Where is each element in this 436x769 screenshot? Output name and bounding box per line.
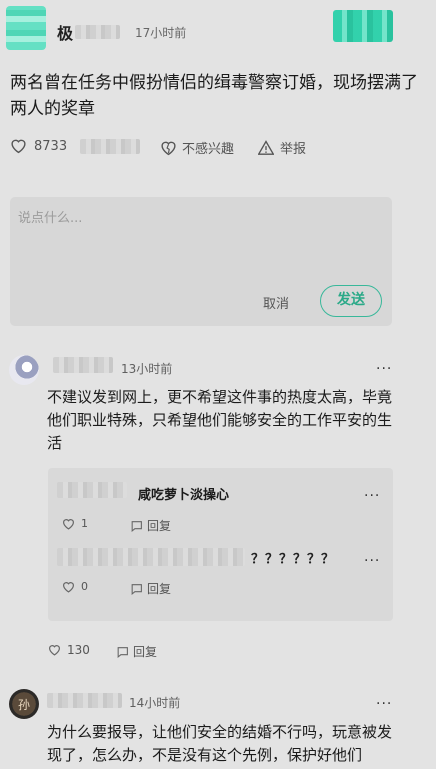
reply-label: 回复 xyxy=(147,582,172,596)
comment-reply-button[interactable]: 回复 xyxy=(116,643,157,660)
author-name-blurred xyxy=(75,25,120,39)
comment-icon xyxy=(117,646,128,658)
comment-like-count: 130 xyxy=(67,643,90,657)
author-avatar[interactable] xyxy=(6,6,46,50)
reply-label: 回复 xyxy=(147,519,172,533)
comment-icon xyxy=(131,520,142,532)
comment-text: 不建议发到网上，更不希望这件事的热度太高，毕竟他们职业特殊，只希望他们能够安全的… xyxy=(47,388,393,452)
comment-avatar[interactable] xyxy=(9,355,39,385)
avatar-char: 孙 xyxy=(17,697,30,712)
reply-author-blurred[interactable] xyxy=(57,482,127,498)
report-action[interactable]: 举报 xyxy=(258,138,306,157)
follow-button[interactable] xyxy=(333,10,393,42)
comment-avatar[interactable]: 孙 xyxy=(9,689,39,719)
reply-author-name[interactable]: 咸吃萝卜淡操心 xyxy=(138,484,229,503)
comment-input[interactable]: 说点什么... xyxy=(18,207,82,226)
more-options-button[interactable]: ··· xyxy=(376,361,392,377)
heart-icon xyxy=(63,518,74,530)
comment-time: 14小时前 xyxy=(129,696,181,710)
heart-icon xyxy=(63,581,74,593)
author-initial: 极 xyxy=(57,24,74,43)
send-button[interactable]: 发送 xyxy=(320,285,382,317)
not-interested-label: 不感兴趣 xyxy=(182,142,235,157)
broken-heart-icon xyxy=(161,141,176,155)
commenter-name-blurred[interactable] xyxy=(53,357,113,373)
comment-time: 13小时前 xyxy=(121,362,173,376)
reply-reply-button[interactable]: 回复 xyxy=(130,517,171,534)
share-action-blurred[interactable] xyxy=(80,139,140,154)
commenter-name-blurred[interactable] xyxy=(47,693,122,708)
report-label: 举报 xyxy=(280,142,307,157)
post-title[interactable]: 两名曾在任务中假扮情侣的缉毒警察订婚，现场摆满了两人的奖章 xyxy=(10,70,420,122)
comment-text: 为什么要报导，让他们安全的结婚不行吗，玩意被发现了，怎么办，不是没有这个先例，保… xyxy=(47,723,393,764)
comment-like-action[interactable]: 130 xyxy=(48,643,90,657)
reply-like-action[interactable]: 0 xyxy=(62,580,88,593)
warning-icon xyxy=(258,140,274,155)
more-options-button[interactable]: ··· xyxy=(376,696,392,712)
reply-more-button[interactable]: ··· xyxy=(364,553,380,569)
not-interested-action[interactable]: 不感兴趣 xyxy=(160,138,234,157)
reply-reply-button[interactable]: 回复 xyxy=(130,580,171,597)
heart-icon xyxy=(49,645,60,656)
cancel-button[interactable]: 取消 xyxy=(263,293,289,312)
comment-reply-label: 回复 xyxy=(133,645,158,659)
heart-icon xyxy=(11,139,26,154)
comment-icon xyxy=(131,583,142,595)
reply-like-count: 0 xyxy=(81,580,88,593)
reply-like-action[interactable]: 1 xyxy=(62,517,88,530)
author-name[interactable]: 极 xyxy=(57,20,73,44)
reply-more-button[interactable]: ··· xyxy=(364,488,380,504)
reply-content-blurred xyxy=(57,548,245,566)
post-time: 17小时前 xyxy=(135,26,187,40)
like-action[interactable]: 8733 xyxy=(10,138,67,154)
reply-text: ？？？？？？ xyxy=(251,552,336,567)
reply-like-count: 1 xyxy=(81,517,88,530)
like-count: 8733 xyxy=(34,138,68,154)
